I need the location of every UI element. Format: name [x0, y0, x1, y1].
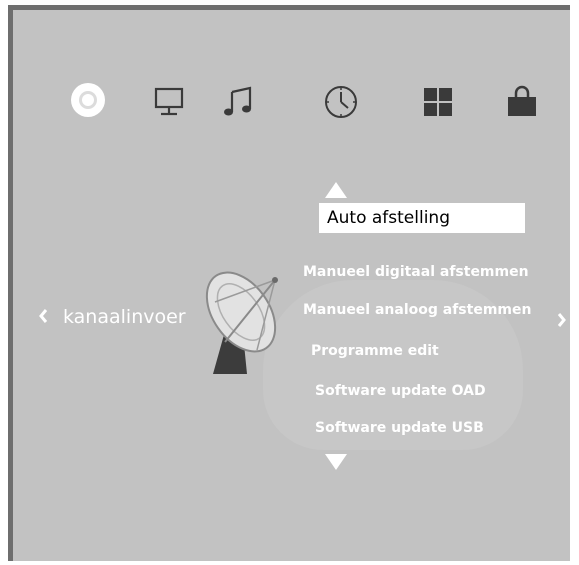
disc-icon[interactable]: [70, 82, 106, 118]
apps-icon[interactable]: [422, 86, 454, 118]
lock-icon[interactable]: [505, 84, 539, 118]
clock-icon[interactable]: [323, 84, 359, 120]
menu-item-selected[interactable]: Auto afstelling: [319, 203, 525, 233]
menu-item[interactable]: Manueel digitaal afstemmen: [303, 264, 529, 280]
chevron-left-icon[interactable]: [37, 306, 49, 326]
triangle-up-icon[interactable]: [323, 180, 349, 200]
menu-item[interactable]: Software update OAD: [315, 383, 486, 399]
tv-menu-screen: kanaalinvoer Auto afstelling Manueel dig…: [8, 5, 570, 561]
chevron-right-icon[interactable]: [556, 310, 568, 330]
menu-item[interactable]: Software update USB: [315, 420, 484, 436]
menu-item[interactable]: Manueel analoog afstemmen: [303, 302, 531, 318]
music-icon[interactable]: [221, 84, 255, 118]
menu-item[interactable]: Programme edit: [311, 343, 439, 359]
satellite-dish-icon: [205, 271, 278, 374]
monitor-icon[interactable]: [153, 86, 185, 118]
triangle-down-icon[interactable]: [323, 452, 349, 472]
category-label: kanaalinvoer: [63, 306, 186, 328]
